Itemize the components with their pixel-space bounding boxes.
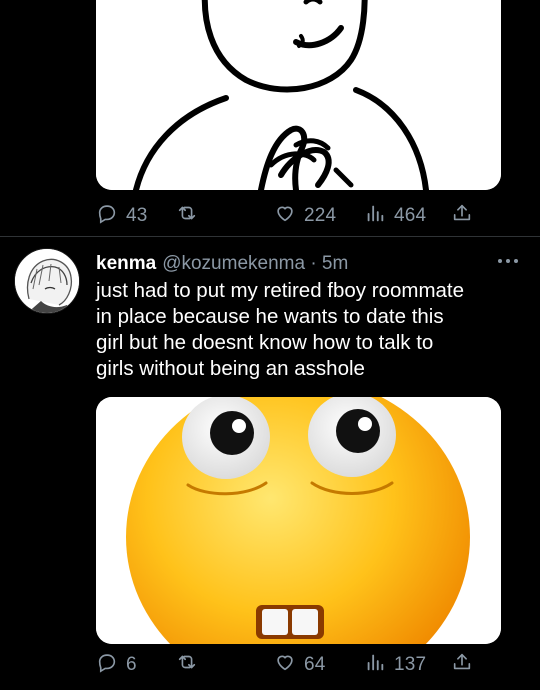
analytics-icon [364,651,394,679]
retweet-button[interactable] [176,651,206,679]
views-button[interactable]: 137 [364,651,426,679]
display-name[interactable]: kenma [96,253,156,275]
reply-count: 6 [126,654,137,675]
handle-and-time[interactable]: @kozumekenma · 5m [162,253,348,275]
share-button[interactable] [451,651,481,679]
heart-icon [274,202,304,230]
reply-icon [96,651,126,679]
tweet-actions: 6 64 137 [96,649,501,681]
retweet-icon [176,651,206,679]
avatar[interactable] [14,248,80,314]
share-icon [451,202,481,230]
views-count: 137 [394,654,427,675]
tweet-text-line: girl but he doesnt know how to talk to [96,331,434,354]
tweet-text-line: girls without being an asshole [96,357,365,380]
analytics-icon [364,202,394,230]
tweet-text: just had to put my retired fboy roommate… [96,278,526,382]
share-button[interactable] [451,202,481,230]
tweet-prev-actions: 43 224 464 [96,200,501,232]
retweet-button[interactable] [176,202,206,230]
like-button[interactable]: 64 [274,651,326,679]
reply-button[interactable]: 6 [96,651,137,679]
like-count: 224 [304,205,337,226]
retweet-icon [176,202,206,230]
like-button[interactable]: 224 [274,202,336,230]
reply-count: 43 [126,205,148,226]
reply-icon [96,202,126,230]
tweet-text-line: in place because he wants to date this [96,305,444,328]
views-count: 464 [394,205,427,226]
tweet-header: kenma @kozumekenma · 5m [96,249,520,279]
more-options-icon[interactable] [498,257,520,265]
reply-button[interactable]: 43 [96,202,148,230]
tweet-image[interactable] [96,397,501,644]
tweet-text-line: just had to put my retired fboy roommate [96,279,465,302]
tweet-prev-image[interactable] [96,0,501,190]
tweet-divider [0,236,540,237]
views-button[interactable]: 464 [364,202,426,230]
like-count: 64 [304,654,326,675]
heart-icon [274,651,304,679]
share-icon [451,651,481,679]
